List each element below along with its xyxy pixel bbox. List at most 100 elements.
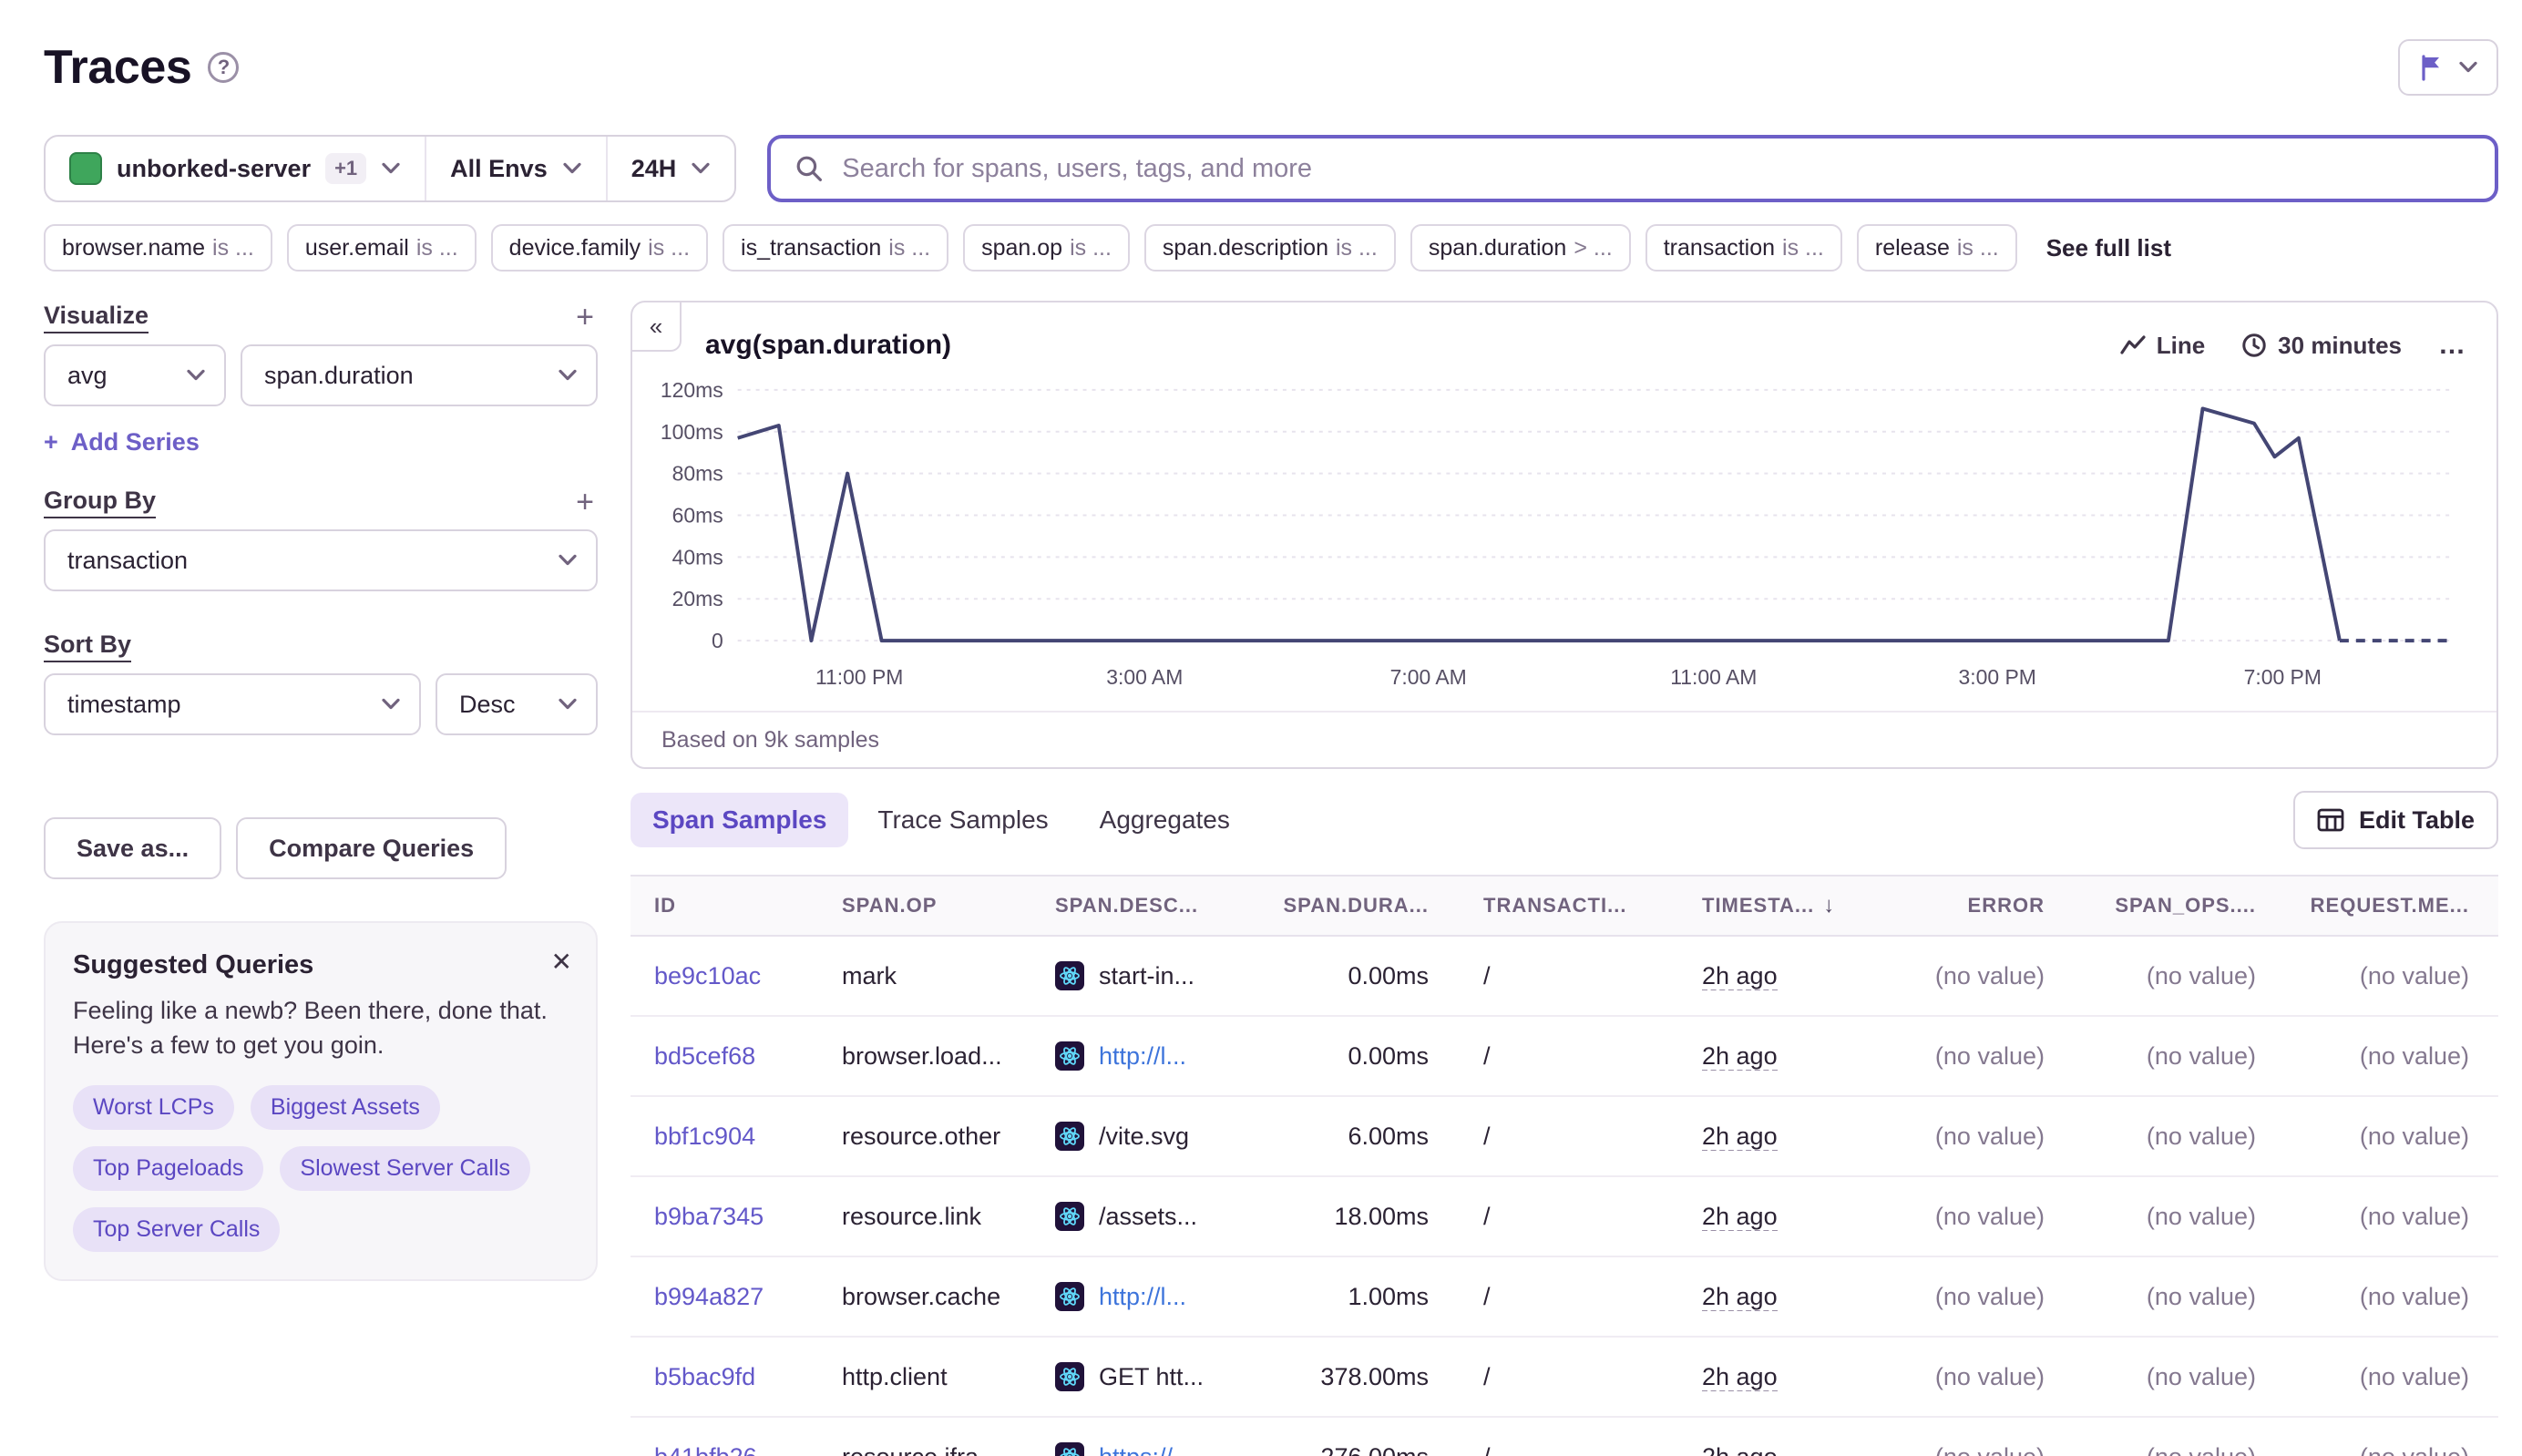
filter-chip[interactable]: device.family is ... [490,224,709,272]
span-duration-cell: 378.00ms [1320,1362,1429,1390]
timestamp-value[interactable]: 2h ago [1702,1282,1778,1311]
project-selector[interactable]: unborked-server +1 [46,137,425,200]
timestamp-cell: 2h ago [1702,1122,1912,1151]
add-group-by-button[interactable]: + [572,487,598,518]
table-row: bbf1c904 resource.other/vite.svg 6.00ms / 2h… [630,1097,2498,1177]
whats-new-button[interactable] [2398,39,2498,96]
group-by-select[interactable]: transaction [44,529,598,591]
column-header[interactable]: SPAN.DESC... [1055,894,1274,918]
span-id-link[interactable]: b41bfb26 [654,1443,757,1456]
span-duration-cell: 18.00ms [1334,1202,1429,1230]
filter-chip[interactable]: browser.name is ... [44,224,272,272]
chart-type-control[interactable]: Line [2120,332,2205,360]
column-header[interactable]: REQUEST.ME... [2256,894,2469,918]
filter-chip[interactable]: span.op is ... [963,224,1130,272]
span-id-link[interactable]: b5bac9fd [654,1363,755,1390]
span-description-link[interactable]: http://l... [1099,1283,1186,1311]
filter-chip[interactable]: is_transaction is ... [723,224,949,272]
suggested-query-chip[interactable]: Slowest Server Calls [280,1145,531,1191]
transaction-cell: / [1483,961,1491,989]
error-cell: (no value) [1934,1362,2045,1390]
tab-span-samples[interactable]: Span Samples [630,793,849,847]
svg-text:3:00 PM: 3:00 PM [1958,665,2035,689]
span-id-link[interactable]: b994a827 [654,1283,764,1310]
timestamp-value[interactable]: 2h ago [1702,961,1778,990]
column-header[interactable]: ID [654,894,842,918]
collapse-sidebar-button[interactable]: « [632,302,682,352]
timestamp-value[interactable]: 2h ago [1702,1442,1778,1456]
edit-table-button[interactable]: Edit Table [2292,791,2498,849]
help-icon[interactable]: ? [208,52,240,83]
suggested-query-chip[interactable]: Biggest Assets [250,1084,440,1130]
tab-aggregates[interactable]: Aggregates [1078,793,1252,847]
column-header[interactable]: SPAN_OPS.... [2045,894,2256,918]
span-description-link[interactable]: https://... [1099,1443,1194,1456]
timerange-label: 24H [630,154,677,182]
field-select[interactable]: span.duration [241,344,598,406]
interval-control[interactable]: 30 minutes [2241,332,2402,360]
svg-text:40ms: 40ms [672,545,723,569]
sort-field-select[interactable]: timestamp [44,673,421,735]
timestamp-value[interactable]: 2h ago [1702,1202,1778,1231]
filter-chip[interactable]: release is ... [1856,224,2017,272]
chart-menu-button[interactable]: … [2438,330,2467,361]
group-by-heading: Group By [44,487,157,518]
sort-direction-select[interactable]: Desc [436,673,598,735]
timerange-selector[interactable]: 24H [605,137,735,200]
timestamp-value[interactable]: 2h ago [1702,1122,1778,1151]
span-id-cell: bd5cef68 [654,1042,842,1071]
spans-table: ID SPAN.OP SPAN.DESC... SPAN.DURA... TRANSAC… [630,875,2498,1456]
compare-queries-button[interactable]: Compare Queries [236,817,507,879]
close-icon[interactable]: ✕ [551,947,572,977]
transaction-cell: / [1483,1362,1491,1390]
column-header[interactable]: SPAN.OP [842,894,1055,918]
suggested-query-chip[interactable]: Top Pageloads [73,1145,264,1191]
span-ops-cell: (no value) [2146,1202,2256,1230]
column-header[interactable]: TRANSACTI... [1429,894,1702,918]
chevron-down-icon [558,369,578,382]
span-id-link[interactable]: bbf1c904 [654,1123,755,1150]
chevron-down-icon [381,162,401,175]
span-description-cell: start-in... [1055,961,1274,990]
column-header-label: ID [654,894,676,917]
timestamp-value[interactable]: 2h ago [1702,1362,1778,1391]
suggested-query-chip[interactable]: Top Server Calls [73,1206,281,1252]
add-series-button[interactable]: + Add Series [44,428,200,456]
see-full-list-button[interactable]: See full list [2032,234,2186,262]
environment-selector[interactable]: All Envs [425,137,606,200]
sort-selects: timestamp Desc [44,673,598,735]
error-cell: (no value) [1934,1282,2045,1310]
span-duration-cell: 0.00ms [1348,961,1429,989]
table-row: b994a827 browser.cache http://l... 1.00ms / 2… [630,1257,2498,1338]
save-as-button[interactable]: Save as... [44,817,222,879]
svg-text:20ms: 20ms [672,587,723,610]
aggregate-select[interactable]: avg [44,344,226,406]
tab-trace-samples[interactable]: Trace Samples [856,793,1070,847]
suggested-query-chip[interactable]: Worst LCPs [73,1084,234,1130]
span-ops-cell: (no value) [2146,1282,2256,1310]
filter-chip[interactable]: user.email is ... [286,224,477,272]
table-header: ID SPAN.OP SPAN.DESC... SPAN.DURA... TRANSAC… [630,875,2498,937]
timestamp-value[interactable]: 2h ago [1702,1041,1778,1071]
column-header[interactable]: SPAN.DURA... [1274,894,1429,918]
span-description-link[interactable]: http://l... [1099,1042,1186,1071]
add-visualize-button[interactable]: + [572,302,598,333]
transaction-cell: / [1483,1122,1491,1150]
svg-text:7:00 AM: 7:00 AM [1390,665,1467,689]
span-id-link[interactable]: be9c10ac [654,962,761,989]
filter-chip[interactable]: span.duration > ... [1410,224,1631,272]
edit-table-label: Edit Table [2358,805,2475,834]
span-id-link[interactable]: b9ba7345 [654,1203,764,1230]
search-input[interactable] [842,153,2471,184]
request-method-cell: (no value) [2359,1362,2469,1390]
column-header[interactable]: ERROR [1912,894,2045,918]
plus-icon: + [44,428,58,456]
react-platform-icon [1055,961,1084,990]
span-id-link[interactable]: bd5cef68 [654,1042,755,1070]
column-header[interactable]: TIMESTA... ↓ [1702,893,1912,918]
filter-chip[interactable]: span.description is ... [1143,224,1396,272]
filter-chip-key: release [1874,234,1950,261]
span-id-cell: b5bac9fd [654,1363,842,1391]
filter-chip[interactable]: transaction is ... [1645,224,1842,272]
filter-controls-row: unborked-server +1 All Envs 24H [44,135,2498,202]
